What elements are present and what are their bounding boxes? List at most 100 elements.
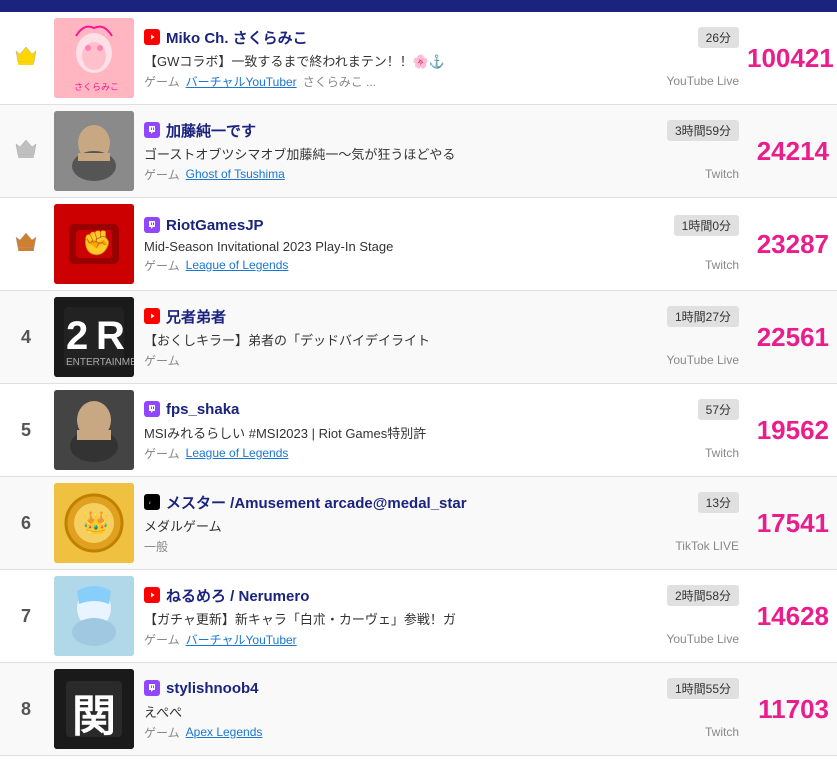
duration-badge: 57分 — [698, 399, 739, 420]
meta-category: ゲーム — [144, 166, 180, 183]
thumbnail — [54, 576, 134, 656]
stream-platform: YouTube Live — [666, 74, 739, 88]
stream-info: RiotGamesJP 1時間0分 Mid-Season Invitationa… — [144, 215, 739, 274]
yt-icon — [144, 587, 160, 603]
rank-display — [8, 44, 44, 73]
thumbnail: さくらみこ — [54, 18, 134, 98]
stream-info: ♪ メスター /Amusement arcade@medal_star 13分 … — [144, 492, 739, 555]
tw-icon — [144, 680, 160, 696]
thumbnail: 2 R ENTERTAINMENT — [54, 297, 134, 377]
list-item: ✊ RiotGamesJP 1時間0分 Mid-Season Invitatio… — [0, 198, 837, 291]
tw-icon — [144, 122, 160, 138]
stream-info: ねるめろ / Nerumero 2時間58分 【ガチャ更新】新キャラ「白朮・カー… — [144, 585, 739, 648]
meta-category: ゲーム — [144, 352, 180, 369]
list-item: 7 ねるめろ / Nerumero 2時間58分 【ガチャ更新】新キャラ「白朮・… — [0, 570, 837, 663]
streamer-link[interactable]: メスター /Amusement arcade@medal_star — [166, 492, 467, 513]
svg-text:👑: 👑 — [82, 510, 109, 535]
streamer-link[interactable]: ねるめろ / Nerumero — [166, 585, 309, 606]
meta-tag-link[interactable]: League of Legends — [186, 446, 289, 460]
stream-description: 【おくしキラー】弟者の「デッドバイデイライト — [144, 330, 739, 349]
list-item: 6 👑 ♪ メスター /Amusement arcade@medal_star … — [0, 477, 837, 570]
yt-icon — [144, 308, 160, 324]
streamer-link[interactable]: fps_shaka — [166, 401, 239, 418]
thumbnail — [54, 390, 134, 470]
tw-icon — [144, 217, 160, 233]
tw-icon — [144, 401, 160, 417]
meta-category: ゲーム — [144, 445, 180, 462]
meta-category: 一般 — [144, 538, 168, 555]
list-item: 加藤純一です 3時間59分 ゴーストオブツシマオブ加藤純一〜気が狂うほどやる ゲ… — [0, 105, 837, 198]
stream-platform: Twitch — [705, 725, 739, 739]
streamer-link[interactable]: 加藤純一です — [166, 120, 256, 141]
viewer-count: 17541 — [739, 508, 829, 539]
thumbnail — [54, 111, 134, 191]
duration-badge: 3時間59分 — [667, 120, 739, 141]
meta-tag-link[interactable]: バーチャルYouTuber — [186, 73, 297, 90]
stream-platform: TikTok LIVE — [675, 539, 739, 553]
stream-info: 加藤純一です 3時間59分 ゴーストオブツシマオブ加藤純一〜気が狂うほどやる ゲ… — [144, 120, 739, 183]
streamer-link[interactable]: 兄者弟者 — [166, 306, 226, 327]
meta-tag-link[interactable]: Ghost of Tsushima — [186, 167, 285, 181]
streamer-link[interactable]: stylishnoob4 — [166, 680, 259, 697]
stream-info: fps_shaka 57分 MSIみれるらしい #MSI2023 | Riot … — [144, 399, 739, 462]
viewer-count: 22561 — [739, 322, 829, 353]
stream-platform: YouTube Live — [666, 353, 739, 367]
duration-badge: 1時間0分 — [674, 215, 739, 236]
stream-description: メダルゲーム — [144, 516, 739, 535]
viewer-count: 11703 — [739, 694, 829, 725]
rank-display — [8, 230, 44, 259]
header — [0, 0, 837, 12]
rank-display: 8 — [8, 699, 44, 720]
stream-description: 【ガチャ更新】新キャラ「白朮・カーヴェ」参戦！ガ — [144, 609, 739, 628]
viewer-count: 23287 — [739, 229, 829, 260]
stream-platform: Twitch — [705, 258, 739, 272]
viewer-count: 14628 — [739, 601, 829, 632]
list-item: 8 関 stylishnoob4 1時間55分 えぺぺ ゲーム Apex Leg… — [0, 663, 837, 756]
meta-tag-link[interactable]: バーチャルYouTuber — [186, 631, 297, 648]
meta-category: ゲーム — [144, 631, 180, 648]
duration-badge: 1時間55分 — [667, 678, 739, 699]
svg-text:さくらみこ: さくらみこ — [74, 82, 119, 92]
viewer-count: 19562 — [739, 415, 829, 446]
list-item: 5 fps_shaka 57分 MSIみれるらしい #MSI2023 | Rio… — [0, 384, 837, 477]
stream-info: Miko Ch. さくらみこ 26分 【GWコラボ】一致するまで終われまテン！！… — [144, 27, 739, 90]
duration-badge: 26分 — [698, 27, 739, 48]
svg-text:ENTERTAINMENT: ENTERTAINMENT — [66, 357, 134, 368]
meta-category: ゲーム — [144, 73, 180, 90]
rank-display — [8, 137, 44, 166]
stream-platform: Twitch — [705, 167, 739, 181]
rank-display: 5 — [8, 420, 44, 441]
meta-category: ゲーム — [144, 257, 180, 274]
meta-tag-link[interactable]: League of Legends — [186, 258, 289, 272]
duration-badge: 1時間27分 — [667, 306, 739, 327]
svg-text:関: 関 — [72, 692, 116, 741]
viewer-count: 24214 — [739, 136, 829, 167]
rank-display: 4 — [8, 327, 44, 348]
svg-text:R: R — [96, 314, 125, 358]
stream-description: えぺぺ — [144, 702, 739, 721]
stream-platform: YouTube Live — [666, 632, 739, 646]
stream-description: Mid-Season Invitational 2023 Play-In Sta… — [144, 239, 739, 254]
svg-text:2: 2 — [66, 314, 88, 358]
rank-display: 7 — [8, 606, 44, 627]
stream-description: ゴーストオブツシマオブ加藤純一〜気が狂うほどやる — [144, 144, 739, 163]
thumbnail: ✊ — [54, 204, 134, 284]
thumbnail: 関 — [54, 669, 134, 749]
tt-icon: ♪ — [144, 494, 160, 510]
viewer-count: 100421 — [739, 43, 829, 74]
duration-badge: 13分 — [698, 492, 739, 513]
meta-tag-link[interactable]: Apex Legends — [186, 725, 263, 739]
meta-tag2: さくらみこ ... — [303, 73, 376, 90]
streamer-link[interactable]: RiotGamesJP — [166, 217, 264, 234]
yt-icon — [144, 29, 160, 45]
list-item: さくらみこ Miko Ch. さくらみこ 26分 【GWコラボ】一致するまで終わ… — [0, 12, 837, 105]
streamer-link[interactable]: Miko Ch. さくらみこ — [166, 27, 308, 48]
list-item: 4 2 R ENTERTAINMENT 兄者弟者 1時間27分 【おくしキラー】… — [0, 291, 837, 384]
stream-info: stylishnoob4 1時間55分 えぺぺ ゲーム Apex Legends… — [144, 678, 739, 741]
duration-badge: 2時間58分 — [667, 585, 739, 606]
thumbnail: 👑 — [54, 483, 134, 563]
live-list: さくらみこ Miko Ch. さくらみこ 26分 【GWコラボ】一致するまで終わ… — [0, 12, 837, 756]
rank-display: 6 — [8, 513, 44, 534]
stream-description: MSIみれるらしい #MSI2023 | Riot Games特別許 — [144, 423, 739, 442]
stream-description: 【GWコラボ】一致するまで終われまテン！！🌸⚓ — [144, 51, 739, 70]
